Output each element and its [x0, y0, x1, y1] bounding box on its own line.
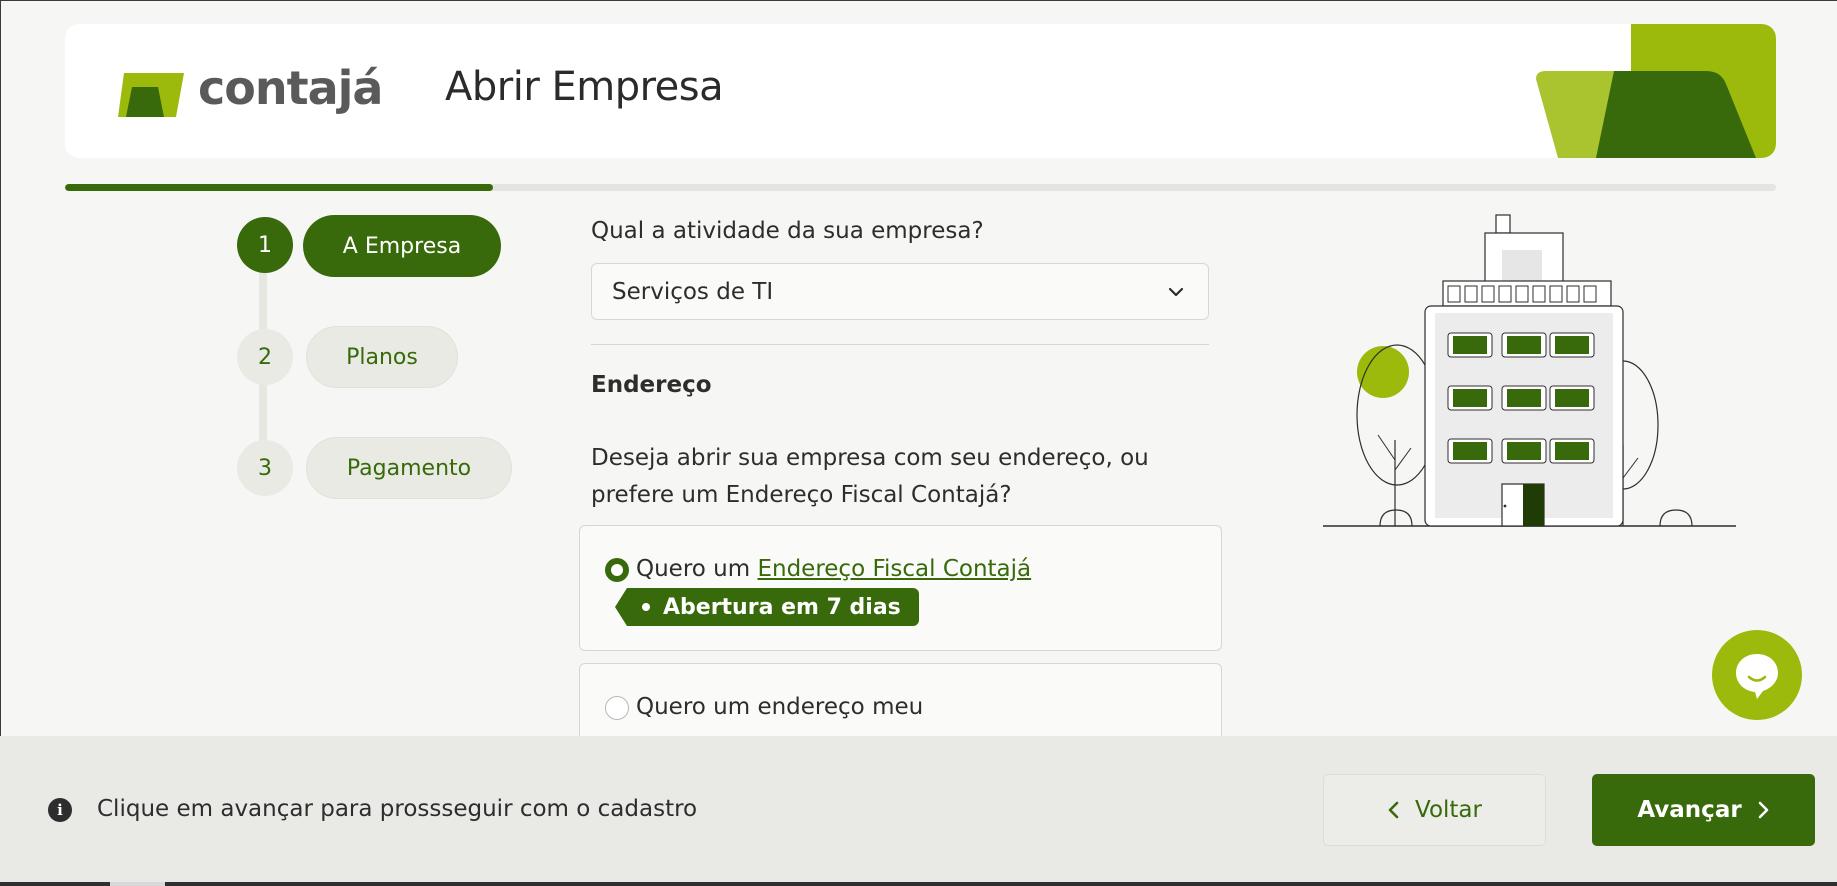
logo[interactable]: contajá [118, 61, 388, 125]
step-3-number: 3 [237, 440, 293, 496]
step-a-empresa[interactable]: A Empresa [303, 215, 501, 277]
option-fiscal-radio[interactable] [605, 558, 629, 582]
step-1-number: 1 [237, 217, 293, 273]
option-own-radio[interactable] [605, 696, 629, 720]
chevron-down-icon [1168, 287, 1184, 297]
option-fiscal-prefix: Quero um [636, 556, 758, 582]
logo-text: contajá [198, 61, 383, 115]
taskbar-indicator [110, 882, 165, 886]
section-divider [591, 344, 1209, 345]
building-illustration [1323, 214, 1736, 527]
step-planos[interactable]: Planos [306, 326, 458, 388]
step-pagamento[interactable]: Pagamento [306, 437, 512, 499]
chevron-left-icon [1388, 801, 1399, 819]
chat-button[interactable] [1712, 630, 1802, 720]
chevron-right-icon [1758, 801, 1768, 819]
step-2-number: 2 [237, 329, 293, 385]
footer-message: Clique em avançar para prossseguir com o… [97, 796, 698, 822]
progress-bar [65, 184, 1776, 191]
opening-time-badge-label: Abertura em 7 dias [663, 594, 901, 620]
info-icon: i [48, 798, 72, 822]
chat-bubble-icon [1736, 654, 1778, 699]
progress-bar-fill [65, 184, 493, 191]
logo-mark-icon [118, 73, 184, 117]
opening-time-badge: Abertura em 7 dias [615, 588, 919, 626]
header: contajá Abrir Empresa [65, 24, 1776, 158]
activity-select[interactable]: Serviços de TI [591, 263, 1209, 320]
fiscal-address-link[interactable]: Endereço Fiscal Contajá [757, 556, 1031, 582]
badge-dot [642, 603, 650, 611]
back-button-label: Voltar [1415, 797, 1482, 823]
back-button[interactable]: Voltar [1323, 774, 1546, 846]
page-title: Abrir Empresa [445, 64, 724, 110]
next-button[interactable]: Avançar [1592, 774, 1815, 846]
option-fiscal-address-card[interactable]: Quero um Endereço Fiscal Contajá Abertur… [579, 525, 1222, 651]
window-border-top [0, 0, 1837, 1]
address-section-title: Endereço [591, 372, 712, 398]
next-button-label: Avançar [1637, 797, 1742, 823]
footer-bar: i Clique em avançar para prossseguir com… [0, 736, 1837, 886]
address-question: Deseja abrir sua empresa com seu endereç… [591, 445, 1149, 508]
activity-question: Qual a atividade da sua empresa? [591, 218, 984, 244]
taskbar-edge [0, 882, 1837, 886]
option-fiscal-label: Quero um Endereço Fiscal Contajá [636, 556, 1031, 582]
option-own-label: Quero um endereço meu [636, 694, 924, 720]
header-decoration [1536, 24, 1776, 158]
activity-select-value: Serviços de TI [612, 278, 774, 305]
